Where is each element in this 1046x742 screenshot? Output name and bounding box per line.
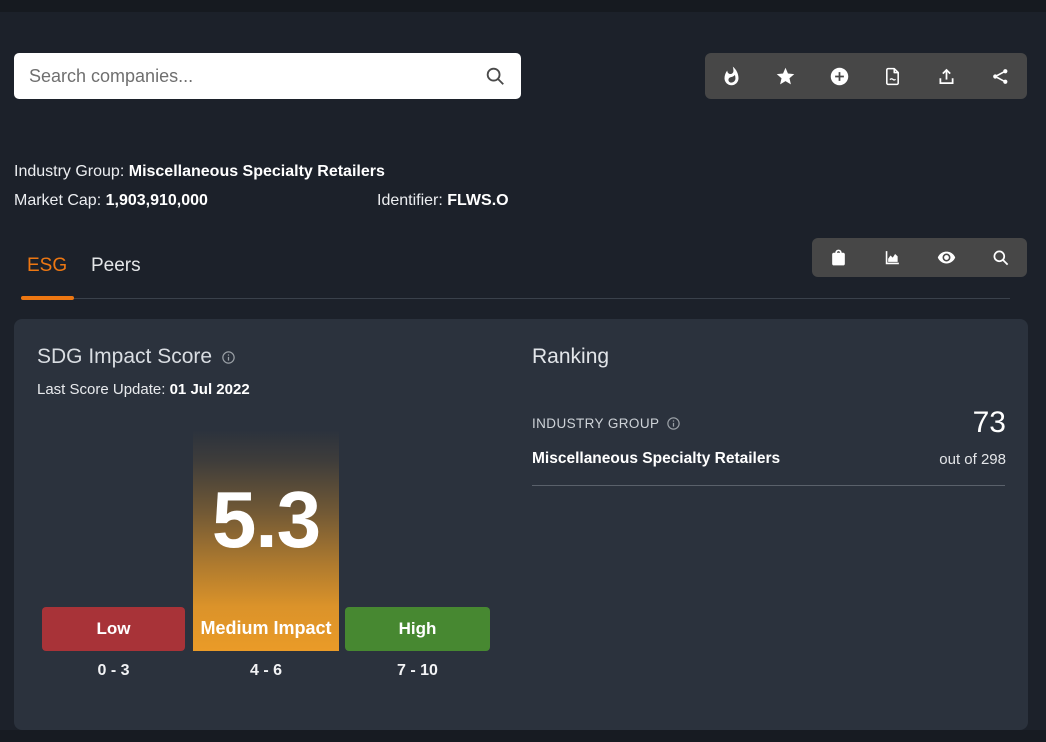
band-low-chip: Low [42, 607, 185, 651]
flame-icon[interactable] [705, 53, 759, 99]
band-low-range: 0 - 3 [42, 662, 185, 680]
search-icon[interactable] [484, 65, 506, 87]
industry-group-rank-label: INDUSTRY GROUP [532, 416, 659, 431]
identifier-label: Identifier: [377, 192, 443, 209]
company-info: Industry Group: Miscellaneous Specialty … [14, 161, 814, 219]
shopping-bag-icon[interactable] [812, 238, 866, 277]
band-low-label: Low [97, 619, 131, 639]
tab-esg[interactable]: ESG [27, 255, 67, 277]
rank-out-of: out of 298 [939, 451, 1006, 468]
market-cap-row: Market Cap: 1,903,910,000 Identifier: FL… [14, 190, 814, 219]
info-icon[interactable] [666, 416, 681, 431]
tabs-divider [21, 298, 1010, 299]
view-toolbar [812, 238, 1027, 277]
band-medium-range: 4 - 6 [193, 662, 339, 680]
last-update-value: 01 Jul 2022 [170, 381, 250, 398]
rank-number: 73 [973, 408, 1006, 438]
star-icon[interactable] [759, 53, 813, 99]
ranking-group-value: Miscellaneous Specialty Retailers [532, 450, 780, 468]
upload-icon[interactable] [920, 53, 974, 99]
info-icon[interactable] [221, 350, 236, 365]
sdg-title-text: SDG Impact Score [37, 345, 212, 369]
last-score-update: Last Score Update: 01 Jul 2022 [37, 381, 250, 398]
search-input[interactable] [29, 66, 484, 87]
add-circle-icon[interactable] [812, 53, 866, 99]
last-update-label: Last Score Update: [37, 381, 165, 398]
identifier-block: Identifier: FLWS.O [377, 190, 509, 211]
search-icon[interactable] [973, 238, 1027, 277]
identifier-value: FLWS.O [447, 192, 508, 209]
tab-peers[interactable]: Peers [91, 255, 141, 277]
pdf-icon[interactable] [866, 53, 920, 99]
industry-group-value: Miscellaneous Specialty Retailers [129, 163, 385, 180]
sdg-score-value: 5.3 [193, 480, 339, 560]
ranking-title: Ranking [532, 345, 609, 369]
market-cap-value: 1,903,910,000 [106, 192, 208, 209]
sdg-section-title: SDG Impact Score [37, 345, 236, 369]
band-high-label: High [399, 619, 437, 639]
band-high-chip: High [345, 607, 490, 651]
sdg-card: SDG Impact Score Last Score Update: 01 J… [14, 319, 1028, 730]
band-high-range: 7 - 10 [345, 662, 490, 680]
gauge-medium-column: 5.3 Medium Impact [193, 430, 339, 651]
area-chart-icon[interactable] [866, 238, 920, 277]
action-toolbar [705, 53, 1027, 99]
market-cap-label: Market Cap: [14, 192, 101, 209]
ranking-divider [532, 485, 1005, 486]
top-strip [0, 0, 1046, 12]
active-tab-underline [21, 296, 74, 300]
share-icon[interactable] [973, 53, 1027, 99]
eye-icon[interactable] [920, 238, 974, 277]
industry-group-label: Industry Group: [14, 163, 124, 180]
industry-group-row: Industry Group: Miscellaneous Specialty … [14, 161, 814, 190]
bottom-strip [0, 730, 1046, 742]
band-medium-label: Medium Impact [193, 618, 339, 639]
company-search-bar [14, 53, 521, 99]
ranking-group-label-row: INDUSTRY GROUP [532, 416, 681, 431]
